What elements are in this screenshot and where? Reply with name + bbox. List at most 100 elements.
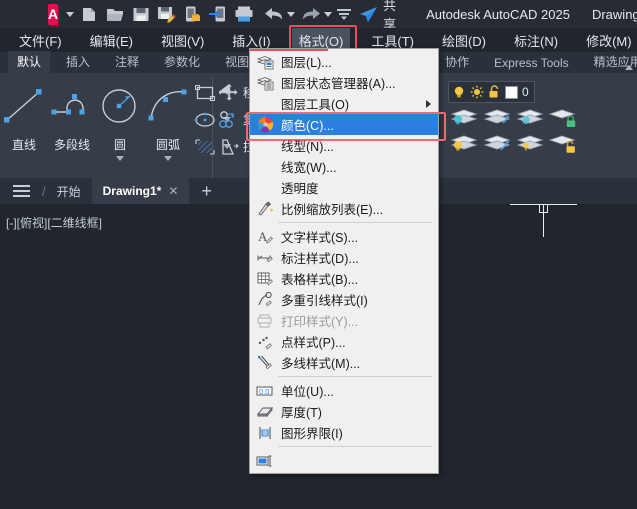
tool-arc-label: 圆弧 [155, 138, 180, 152]
menu-item-point-style[interactable]: 点样式(P)... [250, 331, 438, 352]
file-tab-drawing1-label: Drawing1* [102, 184, 162, 198]
save-to-web-icon[interactable] [184, 3, 202, 25]
copy-icon [219, 110, 239, 130]
autocad-logo-button[interactable]: A [48, 3, 59, 25]
menu-item-mleader-style-label: 多重引线样式(I) [281, 294, 368, 308]
layer-freeze-icon[interactable] [481, 105, 511, 129]
ribbon-tab-collaborate[interactable]: 协作 [436, 51, 478, 73]
menu-separator-1 [278, 222, 432, 223]
customize-qat-icon[interactable] [336, 3, 352, 25]
undo-caret-icon[interactable] [287, 11, 296, 17]
layer-icon [254, 53, 276, 71]
layer-tools-row-1 [448, 105, 577, 129]
menu-item-mline-style[interactable]: 多线样式(M)... [250, 352, 438, 373]
menu-item-text-style[interactable]: A 文字样式(S)... [250, 226, 438, 247]
layer-off-icon[interactable] [448, 131, 478, 155]
open-drawing-icon[interactable] [106, 3, 125, 25]
autocad-window: A 共享 Autodesk AutoCAD 2025 Drawing 文件(F)… [0, 0, 637, 509]
thickness-icon [254, 403, 276, 421]
menu-item-drawing-limits[interactable]: 图形界限(I) [250, 422, 438, 443]
tool-arc[interactable]: 圆弧 [144, 77, 192, 161]
file-tab-drawing1[interactable]: Drawing1* ✕ [91, 178, 190, 204]
ribbon-tab-parametric[interactable]: 参数化 [155, 51, 209, 73]
text-style-icon: A [254, 228, 276, 246]
redo-caret-icon[interactable] [324, 11, 333, 17]
menu-modify[interactable]: 修改(M) [579, 28, 637, 53]
layer-unlock-tool-icon[interactable] [547, 131, 577, 155]
svg-text:0.0: 0.0 [259, 387, 269, 396]
layer-on-icon[interactable] [448, 105, 478, 129]
undo-icon[interactable] [264, 3, 284, 25]
menu-item-thickness-label: 厚度(T) [281, 406, 322, 420]
ribbon-tab-home[interactable]: 默认 [8, 51, 51, 73]
tool-circle[interactable]: 圆 [96, 77, 144, 161]
tool-arc-dropdown-icon[interactable] [164, 156, 172, 161]
file-tab-start-label: 开始 [56, 184, 81, 199]
menu-dimension[interactable]: 标注(N) [507, 28, 565, 53]
menu-item-dimension-style-label: 标注样式(D)... [281, 252, 359, 266]
new-tab-icon[interactable]: + [189, 178, 224, 204]
menu-item-color-label: 颜色(C)... [281, 119, 334, 133]
application-menu-icon[interactable] [0, 178, 42, 204]
save-as-icon[interactable] [157, 3, 177, 25]
ribbon-tab-insert[interactable]: 插入 [57, 51, 99, 73]
menu-item-mline-style-label: 多线样式(M)... [281, 357, 361, 371]
layer-states-icon [254, 74, 276, 92]
share-icon[interactable] [359, 3, 378, 25]
menu-item-units[interactable]: 0.0 单位(U)... [250, 380, 438, 401]
menu-item-color[interactable]: 颜色(C)... [246, 112, 446, 141]
menu-item-layer-states[interactable]: 图层状态管理器(A)... [250, 72, 438, 93]
open-from-web-icon[interactable] [209, 3, 227, 25]
tool-circle-dropdown-icon[interactable] [116, 156, 124, 161]
plot-icon[interactable] [234, 3, 254, 25]
point-style-icon [254, 333, 276, 351]
menu-item-dimension-style[interactable]: 标注样式(D)... [250, 247, 438, 268]
tool-polyline-label: 多段线 [53, 138, 90, 152]
current-layer-selector[interactable]: 0 [448, 81, 535, 103]
ribbon-minimize-icon[interactable] [625, 65, 633, 70]
tool-polyline[interactable]: 多段线 [48, 77, 96, 153]
menu-file[interactable]: 文件(F) [12, 28, 69, 53]
tool-line[interactable]: 直线 [0, 77, 48, 153]
file-tab-start[interactable]: 开始 [46, 178, 92, 204]
menu-separator-2 [278, 376, 432, 377]
menu-draw[interactable]: 绘图(D) [435, 28, 493, 53]
current-layer-name: 0 [522, 85, 529, 99]
menu-item-mleader-style[interactable]: 多重引线样式(I) [250, 289, 438, 310]
menu-item-thickness[interactable]: 厚度(T) [250, 401, 438, 422]
viewport-controls-label[interactable]: [-][俯视][二维线框] [6, 214, 102, 231]
layer-match-icon[interactable] [481, 131, 511, 155]
redo-icon[interactable] [301, 3, 321, 25]
menu-item-linetype[interactable]: 线型(N)... [250, 135, 438, 156]
menu-item-transparency[interactable]: 透明度 [250, 177, 438, 198]
format-menu-dropdown: 图层(L)... 图层状态管理器(A)... 图层工具(O) 颜色(C)... … [246, 48, 446, 474]
menu-view[interactable]: 视图(V) [154, 28, 211, 53]
ribbon-tab-express-tools[interactable]: Express Tools [485, 54, 577, 73]
application-menu-caret-icon[interactable] [66, 11, 75, 17]
units-icon: 0.0 [254, 382, 276, 400]
cursor-pickbox [539, 204, 548, 213]
submenu-arrow-icon [426, 99, 431, 108]
plot-style-icon [254, 312, 276, 330]
new-drawing-icon[interactable] [81, 3, 99, 25]
ribbon-tab-annotate[interactable]: 注释 [106, 51, 148, 73]
close-icon[interactable]: ✕ [168, 184, 178, 198]
menu-item-scale-list-label: 比例缩放列表(E)... [281, 203, 384, 217]
no-icon [254, 137, 276, 155]
menu-item-linetype-label: 线型(N)... [281, 140, 334, 154]
menu-edit[interactable]: 编辑(E) [83, 28, 140, 53]
menu-item-plot-style: 打印样式(Y)... [250, 310, 438, 331]
document-title: Drawing1 [591, 6, 637, 22]
menu-item-rename[interactable] [250, 450, 438, 471]
menu-item-layer-tools[interactable]: 图层工具(O) [250, 93, 438, 114]
menu-item-scale-list[interactable]: 比例缩放列表(E)... [250, 198, 438, 219]
no-icon [254, 179, 276, 197]
layer-isolate-icon[interactable] [514, 105, 544, 129]
menu-item-table-style[interactable]: 表格样式(B)... [250, 268, 438, 289]
save-icon[interactable] [132, 3, 150, 25]
layer-thaw-icon[interactable] [514, 131, 544, 155]
menu-item-layer-label: 图层(L)... [281, 56, 332, 70]
menu-item-lineweight[interactable]: 线宽(W)... [250, 156, 438, 177]
layer-lock-icon[interactable] [547, 105, 577, 129]
menu-item-layer[interactable]: 图层(L)... [250, 51, 438, 72]
